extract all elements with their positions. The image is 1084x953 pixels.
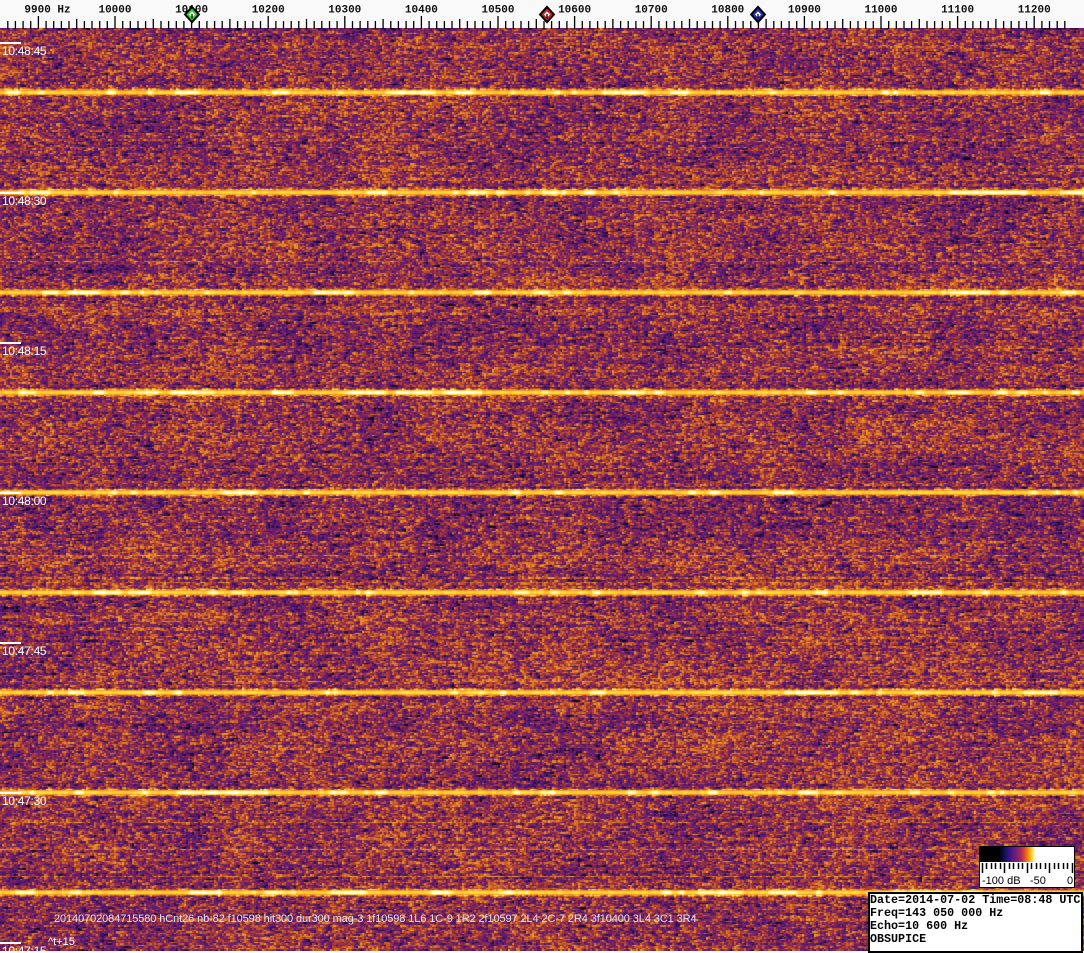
svg-text:10700: 10700 [635,5,668,17]
svg-text:11100: 11100 [941,5,974,17]
svg-text:10500: 10500 [481,5,514,17]
svg-text:10300: 10300 [328,5,361,17]
svg-text:11000: 11000 [864,5,897,17]
svg-text:10000: 10000 [98,5,131,17]
svg-text:11200: 11200 [1018,5,1051,17]
svg-text:9900 Hz: 9900 Hz [24,5,70,17]
svg-text:10800: 10800 [711,5,744,17]
svg-text:10900: 10900 [788,5,821,17]
svg-text:10600: 10600 [558,5,591,17]
svg-text:10400: 10400 [405,5,438,17]
svg-text:10200: 10200 [252,5,285,17]
